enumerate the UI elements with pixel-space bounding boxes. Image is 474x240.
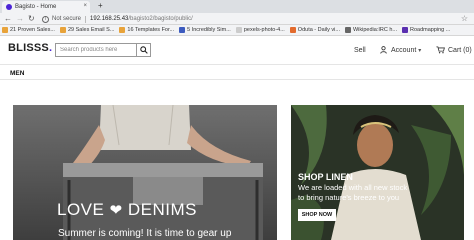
bookmark-favicon-icon [119,27,126,33]
bookmark-favicon-icon [179,27,186,33]
bookmark-favicon-icon [59,27,66,33]
bookmark-favicon-icon [235,27,242,33]
account-label: Account [391,46,417,54]
tab-title: Bagisto - Home [15,4,57,10]
info-icon[interactable]: i [42,15,49,23]
search-input[interactable] [56,44,136,56]
bookmark-item[interactable]: Wikipedia:IRC h... [344,27,397,33]
bagisto-favicon-icon [6,4,12,10]
url-host: 192.168.25.43 [90,16,129,22]
back-icon[interactable]: ← [4,14,12,24]
bookmark-label: pexels-photo-4... [243,27,285,33]
logo-dot: . [48,42,53,54]
search-bar [55,43,151,57]
hero-subtitle: Summer is coming! It is time to gear up [58,228,232,239]
bookmark-item[interactable]: Roadmapping ... [402,27,450,33]
forward-icon[interactable]: → [16,14,24,24]
search-icon [139,46,148,54]
bookmark-label: 29 Sales Email S... [67,27,115,33]
url-field[interactable]: i Not secure 192.168.25.43 /bagisto2/bag… [42,14,422,24]
search-button[interactable] [136,44,150,56]
bookmark-label: Wikipedia:IRC h... [352,27,397,33]
bookmark-favicon-icon [344,27,351,33]
bookmark-favicon-icon [402,27,408,33]
account-menu[interactable]: Account ▾ [380,46,421,54]
url-path: /bagisto2/bagisto/public/ [128,16,193,22]
linen-title: SHOP LINEN [298,172,353,182]
tab-close-icon[interactable]: × [83,3,87,9]
bookmark-star-icon[interactable]: ☆ [461,14,468,23]
site-logo[interactable]: BLISSS. [8,42,52,54]
bookmarks-bar: 21 Proven Sales... 29 Sales Email S... 1… [0,25,474,36]
new-tab-button[interactable]: + [98,1,103,10]
bookmark-label: 21 Proven Sales... [10,27,55,33]
user-icon [380,46,387,54]
bookmark-item[interactable]: 5 Incredibly Sim... [179,27,231,33]
not-secure-label: Not secure [52,16,82,22]
reload-icon[interactable]: ↻ [28,14,35,24]
logo-text: BLISSS [8,42,49,54]
cart-icon [436,46,445,54]
browser-tab-strip: Bagisto - Home × + [0,0,474,13]
bookmark-item[interactable]: pexels-photo-4... [235,27,285,33]
hero-title-denims: DENIMS [127,200,198,219]
heart-icon: ❤ [109,202,123,219]
bookmark-item[interactable]: Oduta - Daily vi... [289,27,340,33]
menu-item-men[interactable]: MEN [10,70,24,77]
bookmark-label: Oduta - Daily vi... [297,27,340,33]
browser-tab[interactable]: Bagisto - Home × [2,1,90,13]
bookmark-item[interactable]: 21 Proven Sales... [2,27,55,33]
bookmark-label: 5 Incredibly Sim... [187,27,231,33]
address-bar: ← → ↻ i Not secure 192.168.25.43 /bagist… [0,13,474,25]
bookmark-item[interactable]: 16 Templates For... [119,27,174,33]
sell-link[interactable]: Sell [354,47,366,54]
category-menu: MEN [0,64,474,80]
url-divider [85,15,87,23]
bookmark-favicon-icon [2,27,8,33]
cart-label: Cart (0) [448,46,472,54]
bookmark-item[interactable]: 29 Sales Email S... [59,27,115,33]
bookmark-favicon-icon [289,27,296,33]
shop-now-button[interactable]: SHOP NOW [298,209,336,221]
bookmark-label: 16 Templates For... [127,27,175,33]
cart-link[interactable]: Cart (0) [436,46,472,54]
linen-description: We are loaded with all new stock to brin… [298,183,408,202]
hero-title-love: LOVE [57,200,105,219]
bookmark-label: Roadmapping ... [410,27,451,33]
chevron-down-icon: ▾ [418,47,422,54]
hero-title: LOVE ❤ DENIMS [57,200,197,220]
